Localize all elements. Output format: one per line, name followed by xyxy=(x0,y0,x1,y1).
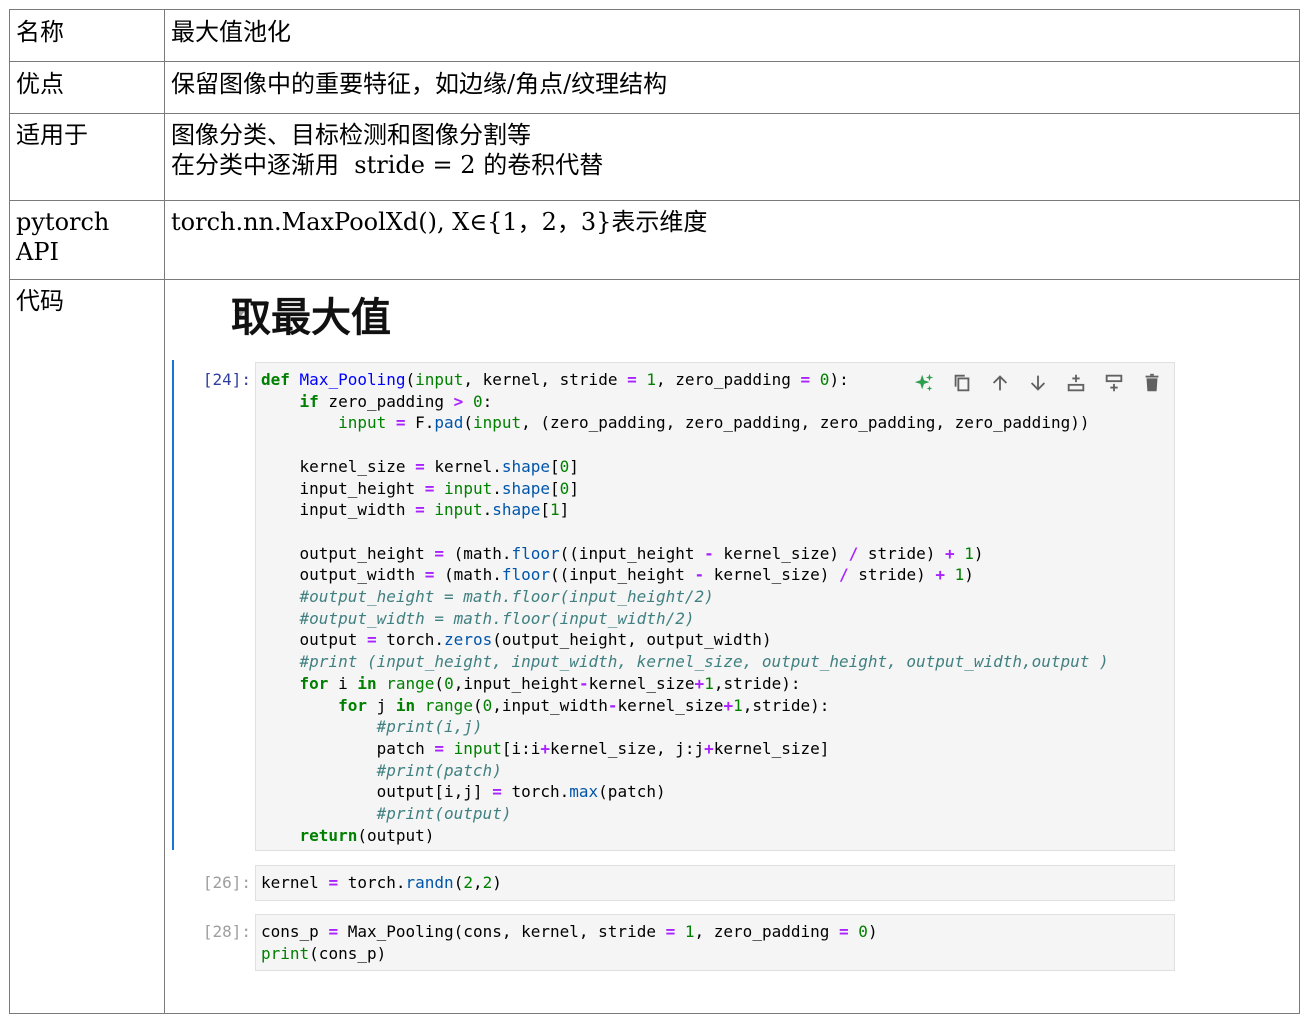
insert-below-icon[interactable] xyxy=(1102,371,1126,395)
sparkle-icon[interactable] xyxy=(912,371,936,395)
notebook: 取最大值 [24]: def Max_Pooling(input, kernel… xyxy=(165,280,1205,1007)
code-editor[interactable]: cons_p = Max_Pooling(cons, kernel, strid… xyxy=(256,915,1174,970)
cell-prompt: [26]: xyxy=(202,873,251,892)
value-line: 在分类中逐渐用 stride = 2 的卷积代替 xyxy=(171,151,604,179)
code-editor[interactable]: kernel = torch.randn(2,2) xyxy=(256,866,1174,900)
row-label: 优点 xyxy=(9,61,165,114)
row-value: 图像分类、目标检测和图像分割等 在分类中逐渐用 stride = 2 的卷积代替 xyxy=(164,113,1300,201)
table-row: 优点 保留图像中的重要特征，如边缘/角点/纹理结构 xyxy=(9,61,1300,114)
row-label: 名称 xyxy=(9,9,165,62)
copy-icon[interactable] xyxy=(950,371,974,395)
code-editor[interactable]: def Max_Pooling(input, kernel, stride = … xyxy=(256,363,1174,852)
cell-prompt: [24]: xyxy=(202,370,251,389)
row-label: 代码 xyxy=(9,279,165,1014)
code-cell-input[interactable]: cons_p = Max_Pooling(cons, kernel, strid… xyxy=(255,914,1175,971)
arrow-down-icon[interactable] xyxy=(1026,371,1050,395)
notebook-screenshot: 取最大值 [24]: def Max_Pooling(input, kernel… xyxy=(164,279,1300,1014)
table-row: 名称 最大值池化 xyxy=(9,9,1300,62)
value-line: 图像分类、目标检测和图像分割等 xyxy=(171,121,531,149)
cell-prompt: [28]: xyxy=(202,922,251,941)
table-row: pytorch API torch.nn.MaxPoolXd(), X∈{1，2… xyxy=(9,200,1300,280)
delete-icon[interactable] xyxy=(1140,371,1164,395)
row-value: 最大值池化 xyxy=(164,9,1300,62)
row-label: 适用于 xyxy=(9,113,165,201)
row-value: 保留图像中的重要特征，如边缘/角点/纹理结构 xyxy=(164,61,1300,114)
code-cell-input[interactable]: kernel = torch.randn(2,2) xyxy=(255,865,1175,901)
info-table: 名称 最大值池化 优点 保留图像中的重要特征，如边缘/角点/纹理结构 适用于 图… xyxy=(9,9,1300,1014)
notebook-heading: 取最大值 xyxy=(231,295,391,341)
arrow-up-icon[interactable] xyxy=(988,371,1012,395)
table-row: 代码 取最大值 [24]: def Max_Pooling(input, ker… xyxy=(9,279,1300,1014)
active-cell-indicator xyxy=(172,360,174,850)
cell-toolbar xyxy=(912,371,1164,395)
insert-above-icon[interactable] xyxy=(1064,371,1088,395)
row-label: pytorch API xyxy=(9,200,165,280)
code-cell-input[interactable]: def Max_Pooling(input, kernel, stride = … xyxy=(255,362,1175,851)
table-row: 适用于 图像分类、目标检测和图像分割等 在分类中逐渐用 stride = 2 的… xyxy=(9,113,1300,201)
row-value: torch.nn.MaxPoolXd(), X∈{1，2，3}表示维度 xyxy=(164,200,1300,280)
